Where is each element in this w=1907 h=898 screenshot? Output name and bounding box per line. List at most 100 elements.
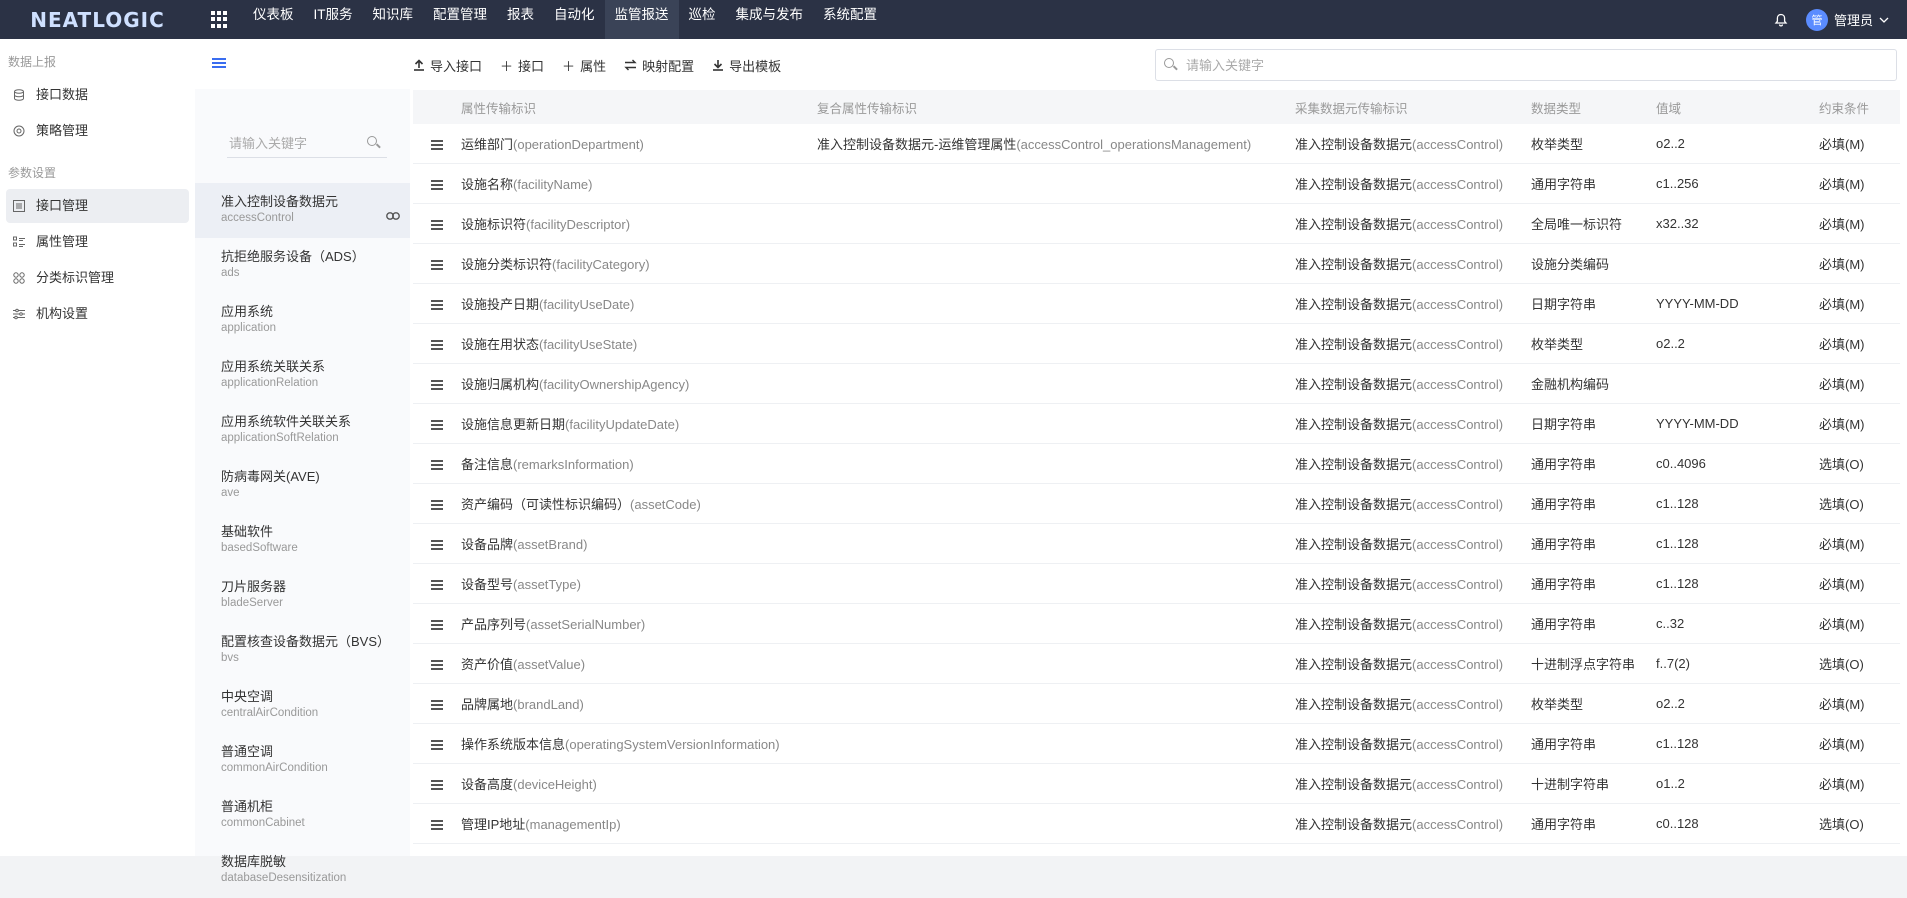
drag-handle-cell[interactable] xyxy=(413,363,461,404)
table-row[interactable]: 设施名称(facilityName) 准入控制设备数据元(accessContro… xyxy=(413,163,1900,204)
link-icon[interactable] xyxy=(386,208,400,223)
table-row[interactable]: 运维部门(operationDepartment) 准入控制设备数据元-运维管理属… xyxy=(413,124,1900,164)
table-row[interactable]: 资产价值(assetValue) 准入控制设备数据元(accessControl)… xyxy=(413,643,1900,684)
nav-item-report[interactable]: 报表 xyxy=(497,0,544,39)
drag-handle-cell[interactable] xyxy=(413,803,461,844)
sidebar-item-interface-data[interactable]: 接口数据 xyxy=(6,78,189,112)
drag-handle-icon[interactable] xyxy=(431,140,443,150)
nav-item-it-service[interactable]: IT服务 xyxy=(304,0,363,39)
drag-handle-icon[interactable] xyxy=(431,820,443,830)
drag-handle-icon[interactable] xyxy=(431,580,443,590)
column-header-value-range[interactable]: 值域 xyxy=(1656,90,1819,124)
drag-handle-cell[interactable] xyxy=(413,163,461,204)
drag-handle-cell[interactable] xyxy=(413,683,461,724)
drag-handle-cell[interactable] xyxy=(413,283,461,324)
table-row[interactable]: 设备高度(deviceHeight) 准入控制设备数据元(accessContro… xyxy=(413,763,1900,804)
table-row[interactable]: 管理IP地址(managementIp) 准入控制设备数据元(accessCont… xyxy=(413,803,1900,844)
interface-list-item[interactable]: 应用系统软件关联关系 applicationSoftRelation xyxy=(195,403,410,458)
nav-item-knowledge[interactable]: 知识库 xyxy=(363,0,424,39)
export-template-button[interactable]: 导出模板 xyxy=(712,56,781,75)
nav-item-system-config[interactable]: 系统配置 xyxy=(813,0,887,39)
table-row[interactable]: 操作系统版本信息(operatingSystemVersionInformati… xyxy=(413,723,1900,764)
table-row[interactable]: 设备品牌(assetBrand) 准入控制设备数据元(accessControl)… xyxy=(413,523,1900,564)
drag-handle-icon[interactable] xyxy=(431,340,443,350)
interface-list-item[interactable]: 普通机柜 commonCabinet xyxy=(195,788,410,843)
drag-handle-icon[interactable] xyxy=(431,180,443,190)
drag-handle-icon[interactable] xyxy=(431,380,443,390)
table-row[interactable]: 产品序列号(assetSerialNumber) 准入控制设备数据元(access… xyxy=(413,603,1900,644)
app-logo[interactable]: NEATLOGIC xyxy=(0,0,195,39)
menu-toggle-icon[interactable] xyxy=(212,58,226,68)
drag-handle-icon[interactable] xyxy=(431,660,443,670)
app-grid-icon[interactable] xyxy=(211,10,229,29)
table-row[interactable]: 设施投产日期(facilityUseDate) 准入控制设备数据元(accessC… xyxy=(413,283,1900,324)
drag-handle-icon[interactable] xyxy=(431,780,443,790)
attribute-search-input[interactable] xyxy=(1184,56,1888,74)
nav-item-dashboard[interactable]: 仪表板 xyxy=(243,0,304,39)
add-interface-button[interactable]: ＋ 接口 xyxy=(500,56,544,75)
sidebar-item-interface-management[interactable]: 接口管理 xyxy=(6,189,189,223)
interface-list-item[interactable]: 防病毒网关(AVE) ave xyxy=(195,458,410,513)
drag-handle-icon[interactable] xyxy=(431,740,443,750)
column-header-composite-attribute-id[interactable]: 复合属性传输标识 xyxy=(817,90,1295,124)
drag-handle-icon[interactable] xyxy=(431,540,443,550)
import-interface-button[interactable]: 导入接口 xyxy=(413,56,482,75)
nav-item-integration-release[interactable]: 集成与发布 xyxy=(726,0,814,39)
table-row[interactable]: 设施信息更新日期(facilityUpdateDate) 准入控制设备数据元(ac… xyxy=(413,403,1900,444)
drag-handle-cell[interactable] xyxy=(413,643,461,684)
interface-list-item[interactable]: 基础软件 basedSoftware xyxy=(195,513,410,568)
nav-item-automation[interactable]: 自动化 xyxy=(544,0,605,39)
sidebar-item-organization-settings[interactable]: 机构设置 xyxy=(6,297,189,331)
search-icon[interactable] xyxy=(367,136,381,150)
drag-handle-icon[interactable] xyxy=(431,700,443,710)
drag-handle-cell[interactable] xyxy=(413,443,461,484)
drag-handle-icon[interactable] xyxy=(431,620,443,630)
interface-list-item[interactable]: 应用系统关联关系 applicationRelation xyxy=(195,348,410,403)
drag-handle-icon[interactable] xyxy=(431,220,443,230)
interface-search-input[interactable] xyxy=(227,134,361,152)
nav-item-inspection[interactable]: 巡检 xyxy=(679,0,726,39)
mapping-config-button[interactable]: 映射配置 xyxy=(624,56,694,75)
column-header-attribute-id[interactable]: 属性传输标识 xyxy=(461,90,817,124)
drag-handle-cell[interactable] xyxy=(413,523,461,564)
interface-list-item[interactable]: 数据库脱敏 databaseDesensitization xyxy=(195,843,410,898)
drag-handle-cell[interactable] xyxy=(413,203,461,244)
user-menu[interactable]: 管 管理员 xyxy=(1805,8,1889,31)
sidebar-item-category-management[interactable]: 分类标识管理 xyxy=(6,261,189,295)
sidebar-item-attribute-management[interactable]: 属性管理 xyxy=(6,225,189,259)
interface-list-item[interactable]: 刀片服务器 bladeServer xyxy=(195,568,410,623)
drag-handle-cell[interactable] xyxy=(413,243,461,284)
interface-list-item[interactable]: 配置核查设备数据元（BVS） bvs xyxy=(195,623,410,678)
table-row[interactable]: 品牌属地(brandLand) 准入控制设备数据元(accessControl) 枚… xyxy=(413,683,1900,724)
add-attribute-button[interactable]: ＋ 属性 xyxy=(562,56,606,75)
table-row[interactable]: 资产编码（可读性标识编码）(assetCode) 准入控制设备数据元(access… xyxy=(413,483,1900,524)
column-header-collection-element-id[interactable]: 采集数据元传输标识 xyxy=(1295,90,1531,124)
drag-handle-cell[interactable] xyxy=(413,723,461,764)
drag-handle-cell[interactable] xyxy=(413,124,461,164)
table-row[interactable]: 设施归属机构(facilityOwnershipAgency) 准入控制设备数据元… xyxy=(413,363,1900,404)
drag-handle-icon[interactable] xyxy=(431,260,443,270)
interface-list-item[interactable]: 中央空调 centralAirCondition xyxy=(195,678,410,733)
interface-list-item[interactable]: 普通空调 commonAirCondition xyxy=(195,733,410,788)
table-row[interactable]: 设备型号(assetType) 准入控制设备数据元(accessControl) 通… xyxy=(413,563,1900,604)
drag-handle-icon[interactable] xyxy=(431,300,443,310)
interface-list-item[interactable]: 准入控制设备数据元 accessControl xyxy=(195,183,410,238)
interface-list-item[interactable]: 应用系统 application xyxy=(195,293,410,348)
drag-handle-cell[interactable] xyxy=(413,323,461,364)
drag-handle-icon[interactable] xyxy=(431,500,443,510)
drag-handle-cell[interactable] xyxy=(413,563,461,604)
notification-bell-icon[interactable] xyxy=(1774,13,1788,27)
sidebar-item-strategy[interactable]: 策略管理 xyxy=(6,114,189,148)
table-row[interactable]: 设施在用状态(facilityUseState) 准入控制设备数据元(access… xyxy=(413,323,1900,364)
nav-item-regulatory-reporting[interactable]: 监管报送 xyxy=(604,0,679,39)
drag-handle-cell[interactable] xyxy=(413,483,461,524)
nav-item-cmdb[interactable]: 配置管理 xyxy=(423,0,497,39)
column-header-constraint[interactable]: 约束条件 xyxy=(1819,90,1900,124)
drag-handle-icon[interactable] xyxy=(431,420,443,430)
interface-list-item[interactable]: 抗拒绝服务设备（ADS） ads xyxy=(195,238,410,293)
table-row[interactable]: 备注信息(remarksInformation) 准入控制设备数据元(access… xyxy=(413,443,1900,484)
table-row[interactable]: 设施分类标识符(facilityCategory) 准入控制设备数据元(acces… xyxy=(413,243,1900,284)
table-row[interactable]: 设施标识符(facilityDescriptor) 准入控制设备数据元(acces… xyxy=(413,203,1900,244)
drag-handle-icon[interactable] xyxy=(431,460,443,470)
drag-handle-cell[interactable] xyxy=(413,763,461,804)
